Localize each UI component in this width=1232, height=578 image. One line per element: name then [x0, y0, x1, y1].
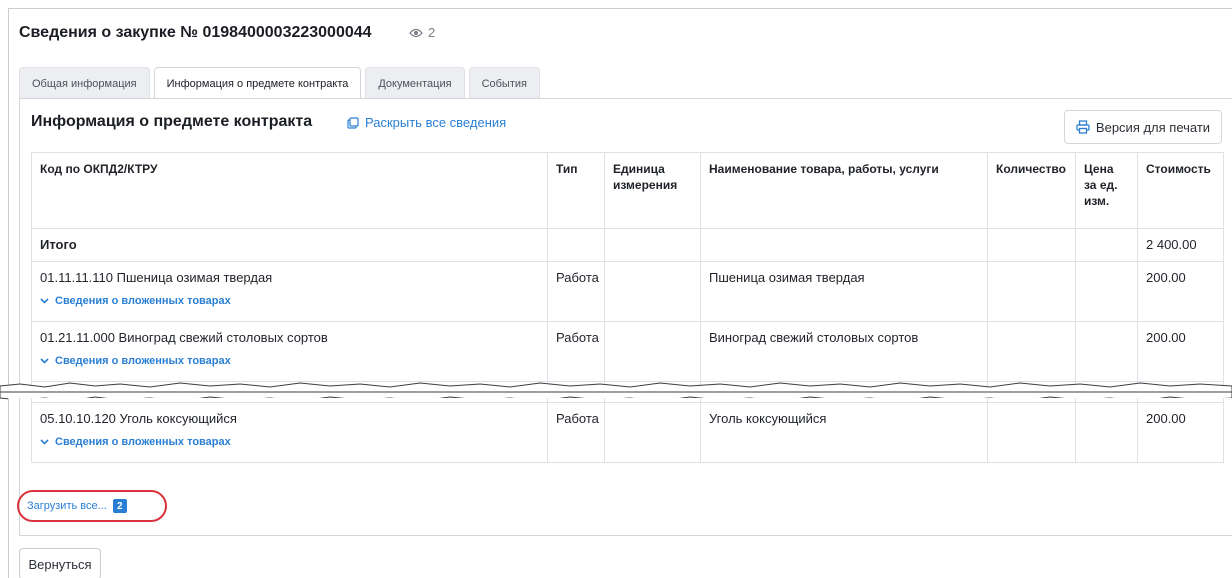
copy-icon: [347, 116, 359, 129]
nested-items-label: Сведения о вложенных товарах: [55, 295, 231, 307]
nested-items-link[interactable]: Сведения о вложенных товарах: [40, 295, 539, 307]
item-type: Работа: [547, 321, 605, 382]
tab-bar: Общая информация Информация о предмете к…: [19, 67, 540, 99]
total-cost: 2 400.00: [1137, 228, 1224, 262]
highlight-annotation: [17, 490, 167, 522]
item-name: Пшеница озимая твердая: [700, 261, 988, 322]
tab-general-info[interactable]: Общая информация: [19, 67, 150, 99]
item-code: 01.21.11.000 Виноград свежий столовых со…: [40, 330, 328, 345]
nested-items-link[interactable]: Сведения о вложенных товарах: [40, 355, 539, 367]
print-version-button[interactable]: Версия для печати: [1064, 110, 1222, 144]
printer-icon: [1076, 120, 1090, 134]
tab-documentation[interactable]: Документация: [365, 67, 465, 99]
page-title: Сведения о закупке № 0198400003223000044: [19, 24, 372, 41]
item-code: 05.10.10.120 Уголь коксующийся: [40, 411, 237, 426]
views-count: 2: [428, 25, 436, 40]
section-title: Информация о предмете контракта: [31, 113, 313, 130]
table-row: 05.10.10.120 Уголь коксующийся Сведения …: [31, 402, 1224, 463]
column-header-code: Код по ОКПД2/КТРУ: [31, 152, 548, 229]
expand-all-link[interactable]: Раскрыть все сведения: [347, 115, 506, 130]
item-type: Работа: [547, 402, 605, 463]
item-code: 01.11.11.110 Пшеница озимая твердая: [40, 270, 273, 285]
tab-divider: [19, 98, 1232, 99]
chevron-down-icon: [40, 298, 49, 304]
item-cost: 200.00: [1137, 321, 1224, 382]
contract-items-table-continued: 05.10.10.120 Уголь коксующийся Сведения …: [31, 398, 1224, 463]
panel-border: [19, 98, 20, 390]
panel-bottom-border: [19, 535, 1232, 536]
table-row: 01.11.11.110 Пшеница озимая твердая Свед…: [31, 261, 1224, 322]
column-header-name: Наименование товара, работы, услуги: [700, 152, 988, 229]
torn-edge-top: [0, 382, 1232, 392]
back-button[interactable]: Вернуться: [19, 548, 101, 578]
column-header-type: Тип: [547, 152, 605, 229]
table-row: 01.21.11.000 Виноград свежий столовых со…: [31, 321, 1224, 382]
tab-events[interactable]: События: [468, 67, 540, 99]
item-type: Работа: [547, 261, 605, 322]
column-header-unit-price: Цена за ед. изм.: [1075, 152, 1138, 229]
total-label: Итого: [31, 228, 548, 262]
item-name: Виноград свежий столовых сортов: [700, 321, 988, 382]
item-name: Уголь коксующийся: [700, 402, 988, 463]
item-cost: 200.00: [1137, 402, 1224, 463]
item-cost: 200.00: [1137, 261, 1224, 322]
eye-icon: [409, 28, 423, 37]
tab-contract-subject[interactable]: Информация о предмете контракта: [153, 67, 362, 99]
screenshot-fragment-top: Сведения о закупке № 0198400003223000044…: [8, 8, 1232, 390]
nested-items-label: Сведения о вложенных товарах: [55, 436, 231, 448]
expand-all-label: Раскрыть все сведения: [365, 115, 507, 130]
column-header-unit: Единица измерения: [604, 152, 701, 229]
column-header-cost: Стоимость: [1137, 152, 1224, 229]
nested-items-label: Сведения о вложенных товарах: [55, 355, 231, 367]
chevron-down-icon: [40, 358, 49, 364]
table-row-total: Итого 2 400.00: [31, 228, 1224, 262]
views-counter: 2: [409, 25, 435, 40]
screenshot-fragment-bottom: 05.10.10.120 Уголь коксующийся Сведения …: [8, 398, 1232, 578]
column-header-quantity: Количество: [987, 152, 1076, 229]
print-version-label: Версия для печати: [1095, 119, 1211, 135]
nested-items-link[interactable]: Сведения о вложенных товарах: [40, 436, 539, 448]
chevron-down-icon: [40, 439, 49, 445]
contract-items-table: Код по ОКПД2/КТРУ Тип Единица измерения …: [31, 152, 1224, 390]
